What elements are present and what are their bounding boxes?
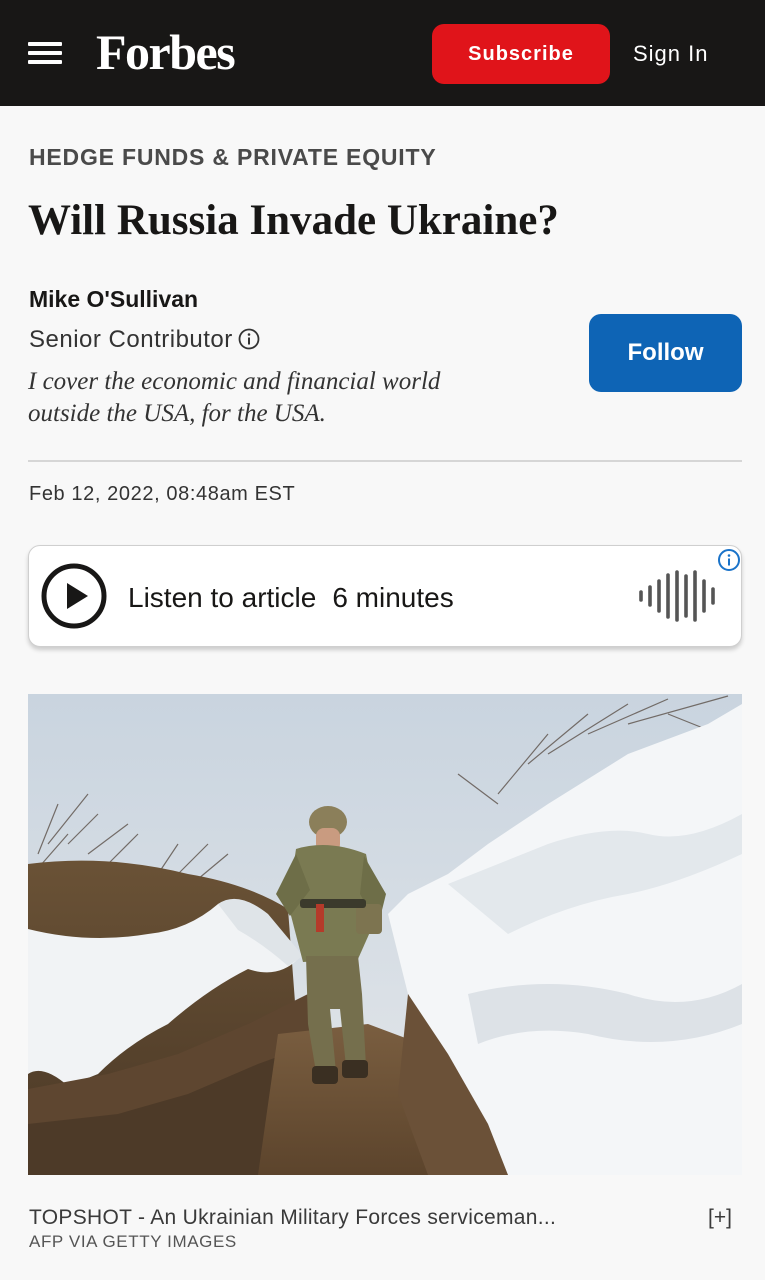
article-title: Will Russia Invade Ukraine? <box>28 197 559 244</box>
author-bio-line: outside the USA, for the USA. <box>28 400 326 427</box>
divider <box>28 460 742 462</box>
article-section-kicker[interactable]: HEDGE FUNDS & PRIVATE EQUITY <box>29 143 436 171</box>
info-circle-icon[interactable] <box>717 548 741 572</box>
author-role: Senior Contributor <box>29 325 261 355</box>
photo-caption: TOPSHOT - An Ukrainian Military Forces s… <box>29 1206 557 1229</box>
author-bio: I cover the economic and financial world… <box>28 366 568 430</box>
site-header: Forbes Subscribe Sign In <box>0 0 765 106</box>
listen-duration: 6 minutes <box>332 582 454 613</box>
article-hero-image[interactable] <box>28 694 742 1175</box>
hamburger-menu-icon[interactable] <box>28 42 62 64</box>
author-bio-line: I cover the economic and financial world <box>28 368 441 395</box>
author-name[interactable]: Mike O'Sullivan <box>29 285 198 313</box>
photo-credit: AFP VIA GETTY IMAGES <box>29 1232 237 1251</box>
follow-button[interactable]: Follow <box>589 314 742 392</box>
listen-label: Listen to article 6 minutes <box>128 582 454 614</box>
audio-waveform-icon <box>639 570 715 622</box>
sign-in-link[interactable]: Sign In <box>633 40 709 68</box>
author-role-label: Senior Contributor <box>29 326 233 353</box>
subscribe-button[interactable]: Subscribe <box>432 24 610 84</box>
info-circle-icon[interactable] <box>237 327 261 351</box>
publish-date: Feb 12, 2022, 08:48am EST <box>29 481 295 507</box>
expand-caption-button[interactable]: [+] <box>708 1205 732 1231</box>
publish-date-day: Feb 12, 2022, <box>29 483 161 505</box>
forbes-logo[interactable]: Forbes <box>96 24 236 80</box>
listen-label-text: Listen to article <box>128 582 317 613</box>
listen-to-article-player[interactable]: Listen to article 6 minutes <box>28 545 742 647</box>
publish-date-time: 08:48am EST <box>166 483 296 505</box>
soldier-in-snowy-trench-image <box>28 694 742 1175</box>
play-circle-icon[interactable] <box>41 563 107 629</box>
